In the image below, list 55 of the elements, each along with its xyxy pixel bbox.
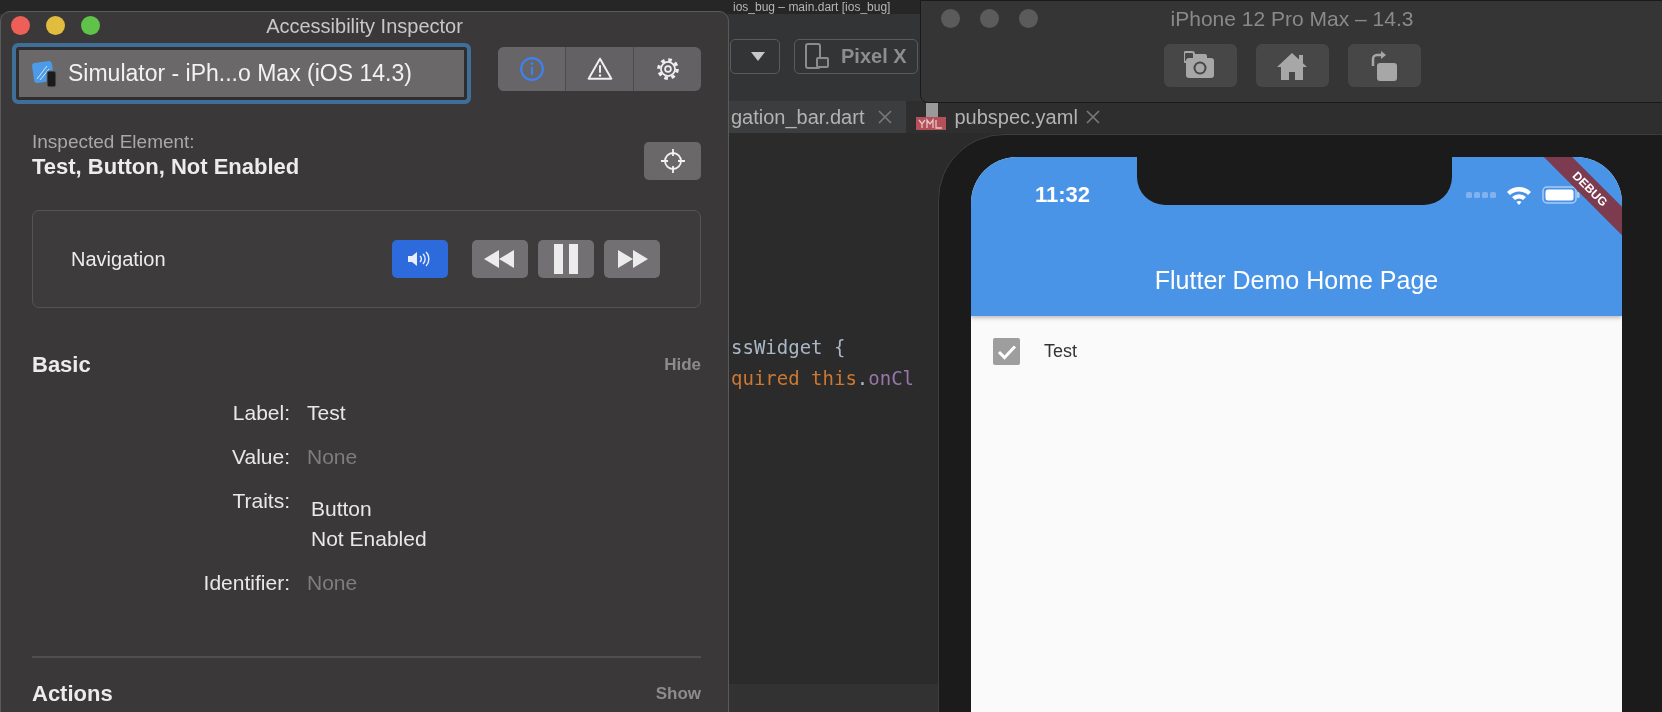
window-control[interactable] — [11, 16, 30, 35]
field-value: Not Enabled — [311, 526, 428, 552]
element-description: Test, Button, Not Enabled — [32, 154, 300, 180]
next-button[interactable] — [604, 240, 660, 278]
crosshair-icon — [659, 148, 686, 174]
phone-icon — [805, 42, 829, 71]
fast-forward-icon — [615, 249, 649, 269]
window-title: Accessibility Inspector — [265, 14, 464, 39]
toolbar-button[interactable] — [1255, 44, 1329, 87]
checkbox-label: Test — [1044, 341, 1077, 362]
toggle-link[interactable]: Show — [655, 684, 701, 704]
dropdown[interactable] — [730, 39, 780, 74]
navigation-label: Navigation — [71, 247, 167, 271]
section-label: Inspected Element: — [32, 130, 196, 154]
toolbar-button[interactable] — [1347, 44, 1421, 87]
window-control[interactable] — [81, 16, 100, 35]
pause-button[interactable] — [538, 240, 594, 278]
editor-tab[interactable]: gation_bar.dart — [729, 101, 907, 133]
section-title: Basic — [32, 352, 91, 378]
field-value: Button — [311, 496, 373, 522]
window-control[interactable] — [46, 16, 65, 35]
field-label: Identifier: — [202, 570, 290, 596]
field-label: Value: — [231, 444, 290, 470]
pause-icon — [552, 244, 580, 274]
code-line: quired this.onCl — [731, 366, 915, 391]
status-time: 11:32 — [1035, 182, 1091, 208]
field-label: Label: — [231, 400, 290, 426]
field-label: Traits: — [231, 488, 290, 514]
target-button[interactable] — [644, 142, 701, 180]
target-picker[interactable]: Simulator - iPh...o Max (iOS 14.3) — [12, 43, 472, 104]
field-value: None — [307, 570, 359, 596]
device-button[interactable]: Pixel X — [794, 39, 918, 74]
tab-label: pubspec.yaml — [954, 105, 1078, 129]
signal-icon — [1466, 192, 1496, 198]
warning-icon — [586, 55, 613, 82]
field-value: Test — [307, 400, 347, 426]
previous-button[interactable] — [472, 240, 528, 278]
toolbar-button[interactable] — [1163, 44, 1237, 87]
wifi-icon — [1506, 185, 1532, 205]
check-icon — [996, 343, 1017, 360]
info-icon — [518, 55, 545, 82]
code-line: ssWidget { — [731, 335, 846, 360]
close-icon — [878, 110, 893, 124]
caret-icon — [751, 52, 765, 61]
speak-button[interactable] — [392, 240, 448, 278]
tab-label: gation_bar.dart — [731, 105, 865, 129]
yaml-file-icon — [916, 103, 947, 131]
close-icon — [1085, 110, 1100, 124]
settings-icon — [654, 55, 681, 82]
button-label: Pixel X — [841, 45, 907, 68]
app-title: Flutter Demo Home Page — [1153, 265, 1440, 295]
toggle-link[interactable]: Hide — [664, 355, 701, 375]
rewind-icon — [483, 249, 517, 269]
field-value: None — [307, 444, 359, 470]
section-title: Actions — [32, 681, 113, 707]
